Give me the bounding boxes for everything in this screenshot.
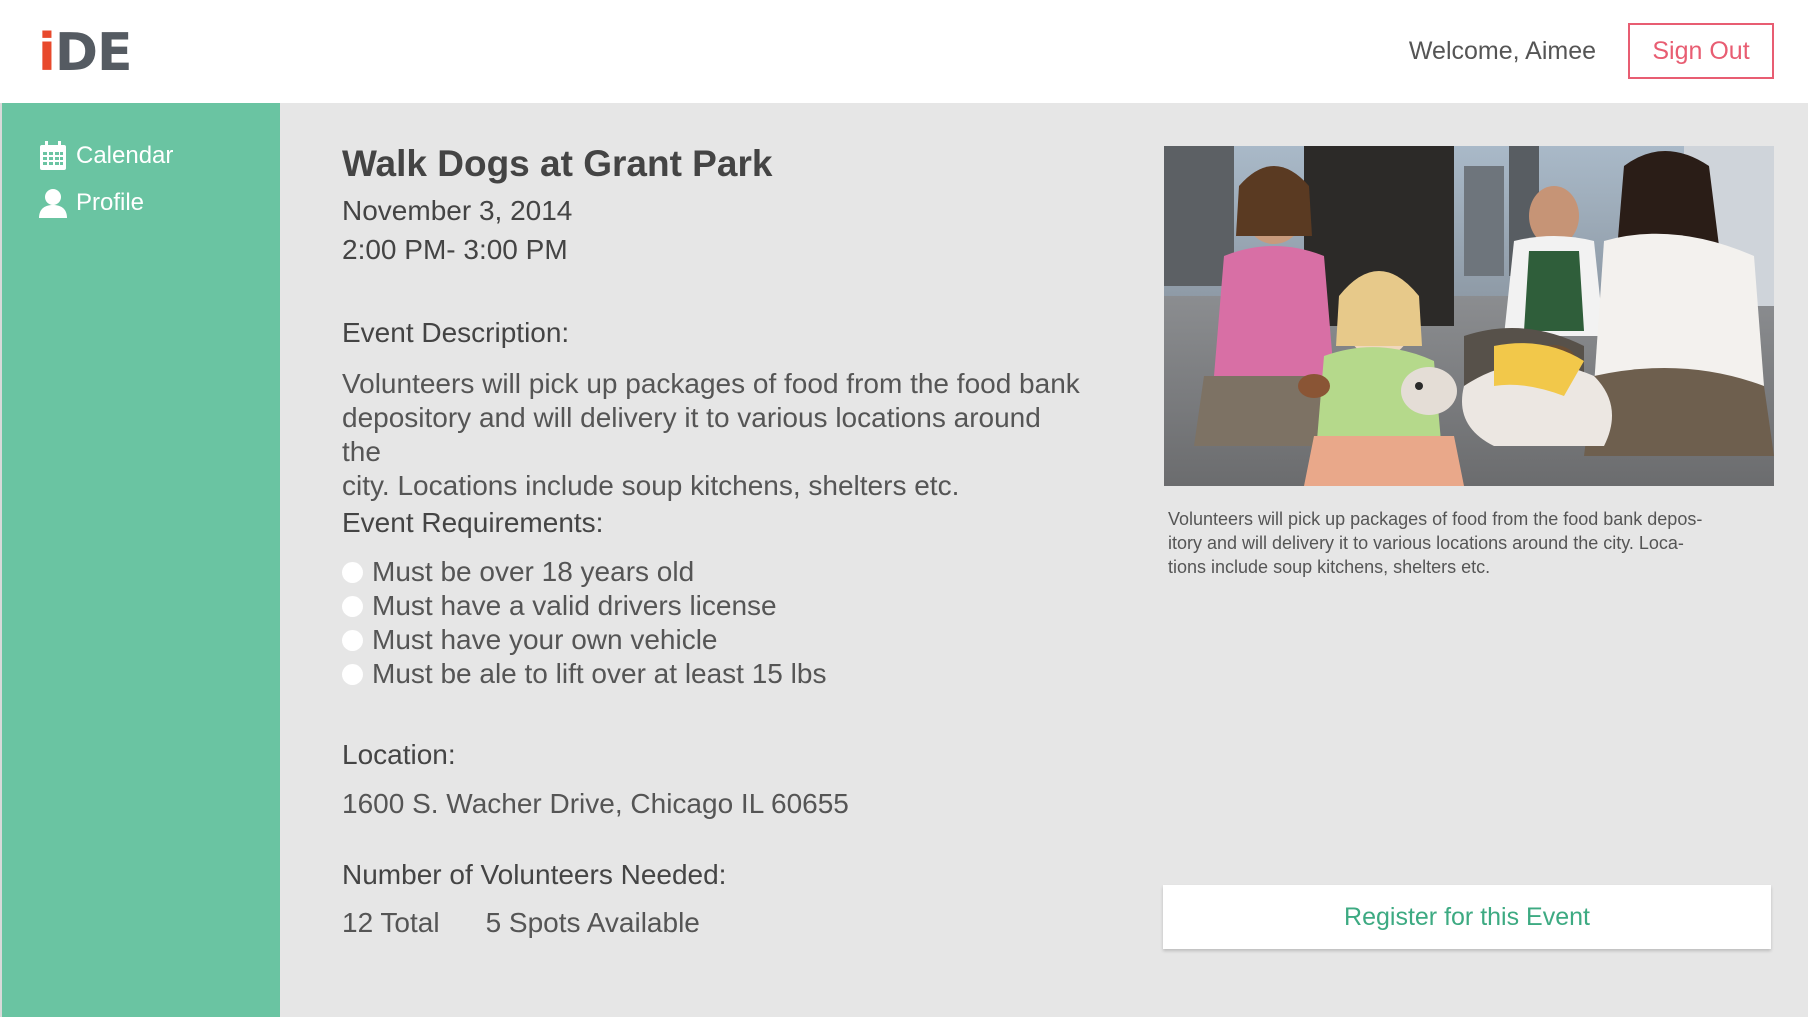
bullet-icon: [342, 561, 363, 583]
event-time: 2:00 PM- 3:00 PM: [342, 234, 568, 265]
bullet-icon: [342, 663, 363, 685]
calendar-icon: [38, 141, 68, 171]
sidebar-item-label: Profile: [76, 189, 145, 216]
caption-line: itory and will delivery it to various lo…: [1168, 533, 1684, 553]
requirement-text: Must have a valid drivers license: [372, 590, 777, 621]
sidebar: Calendar Profile: [0, 103, 280, 1017]
ide-logo[interactable]: iDE: [38, 22, 133, 84]
welcome-text: Welcome, Aimee: [1408, 37, 1596, 65]
total-volunteers: 12 Total: [342, 907, 440, 938]
requirement-text: Must have your own vehicle: [372, 624, 718, 655]
top-bar: iDE Welcome, Aimee Sign Out: [0, 0, 1808, 103]
event-location: 1600 S. Wacher Drive, Chicago IL 60655: [342, 788, 849, 819]
bullet-icon: [342, 629, 363, 651]
location-heading: Location:: [342, 739, 456, 770]
logo-i: i: [38, 23, 56, 83]
requirements-list: Must be over 18 years old Must have a va…: [342, 555, 826, 691]
register-button[interactable]: Register for this Event: [1163, 885, 1771, 949]
volunteers-heading: Number of Volunteers Needed:: [342, 859, 727, 890]
volunteer-counts: 12 Total 5 Spots Available: [342, 907, 700, 939]
sign-out-button[interactable]: Sign Out: [1628, 23, 1774, 79]
bullet-icon: [342, 595, 363, 617]
description-line: city. Locations include soup kitchens, s…: [342, 470, 960, 501]
caption-line: Volunteers will pick up packages of food…: [1168, 509, 1703, 529]
spots-available: 5 Spots Available: [485, 907, 700, 938]
caption-line: tions include soup kitchens, shelters et…: [1168, 557, 1491, 577]
photo-caption: Volunteers will pick up packages of food…: [1168, 507, 1774, 579]
requirements-heading: Event Requirements:: [342, 507, 604, 538]
person-icon: [38, 188, 68, 218]
requirement-text: Must be over 18 years old: [372, 556, 695, 587]
sidebar-item-profile[interactable]: Profile: [38, 188, 144, 218]
list-item: Must have a valid drivers license: [342, 589, 826, 623]
event-title: Walk Dogs at Grant Park: [342, 143, 773, 184]
requirement-text: Must be ale to lift over at least 15 lbs: [372, 658, 827, 689]
event-photo: [1164, 146, 1774, 486]
list-item: Must be over 18 years old: [342, 555, 826, 589]
description-line: Volunteers will pick up packages of food…: [342, 368, 1080, 399]
description-line: depository and will delivery it to vario…: [342, 402, 1041, 467]
sidebar-item-label: Calendar: [76, 142, 174, 169]
logo-de: DE: [54, 23, 133, 83]
event-date: November 3, 2014: [342, 195, 573, 226]
list-item: Must have your own vehicle: [342, 623, 826, 657]
list-item: Must be ale to lift over at least 15 lbs: [342, 657, 826, 691]
sidebar-item-calendar[interactable]: Calendar: [38, 141, 173, 171]
description-heading: Event Description:: [342, 317, 570, 348]
event-description: Volunteers will pick up packages of food…: [342, 367, 1082, 503]
